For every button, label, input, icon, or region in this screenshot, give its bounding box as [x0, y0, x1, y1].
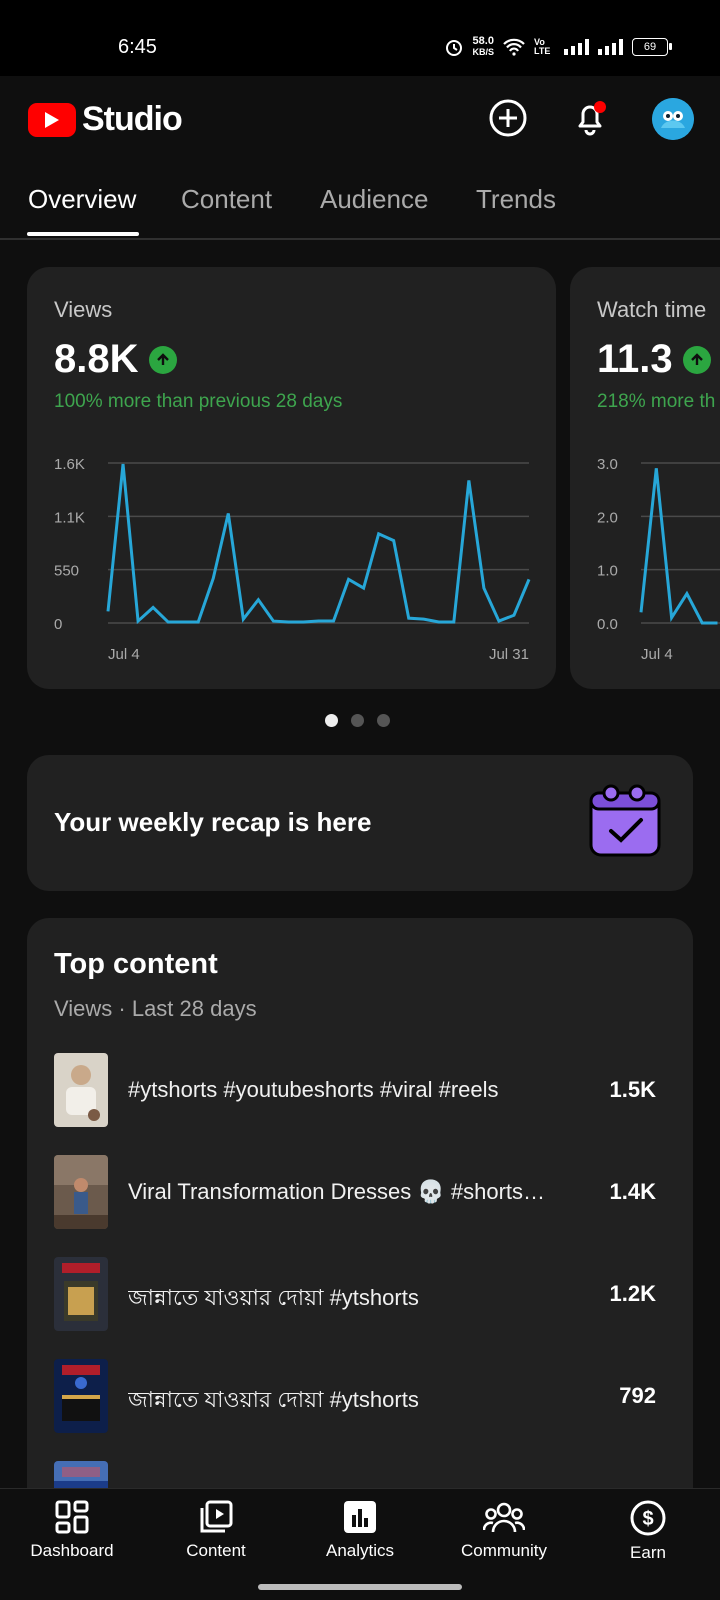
- top-content-subtitle: Views · Last 28 days: [54, 996, 257, 1021]
- video-thumbnail: [54, 1155, 108, 1229]
- series-line: [639, 468, 718, 625]
- video-views: 1.4K: [609, 1179, 656, 1204]
- community-icon: [483, 1502, 525, 1533]
- video-views: 1.2K: [609, 1281, 656, 1306]
- weekly-recap-card[interactable]: Your weekly recap is here: [27, 755, 693, 891]
- video-views: 1.5K: [609, 1077, 656, 1102]
- y-tick-label: 550: [54, 563, 79, 580]
- analytics-icon: [344, 1501, 376, 1533]
- notifications-button[interactable]: [566, 94, 614, 142]
- network-speed: 58.0 KB/S: [472, 35, 494, 58]
- nav-dashboard[interactable]: Dashboard: [0, 1499, 144, 1561]
- volte-label: Vo LTE: [534, 37, 551, 56]
- signal-icon-2: [598, 39, 623, 55]
- y-tick-label: 1.1K: [54, 509, 85, 526]
- video-title: #ytshorts #youtubeshorts #viral #reels: [128, 1077, 499, 1102]
- avatar[interactable]: [652, 98, 694, 140]
- series-line: [106, 463, 531, 625]
- carousel-dot[interactable]: [377, 714, 390, 727]
- watch-time-card[interactable]: Watch time 11.3 218% more th 3.0 2.0 1.0 0.…: [570, 267, 720, 689]
- carousel-indicator: [325, 714, 390, 727]
- video-title: Viral Transformation Dresses 💀 #shorts…: [128, 1179, 546, 1204]
- nav-label: Community: [461, 1541, 547, 1560]
- top-content-title: Top content: [54, 948, 218, 980]
- svg-text:$: $: [642, 1508, 653, 1530]
- home-indicator[interactable]: [258, 1584, 462, 1590]
- y-tick-label: 1.6K: [54, 456, 85, 473]
- content-icon: [200, 1500, 233, 1533]
- app-name: Studio: [82, 100, 183, 138]
- list-item[interactable]: জান্নাতে যাওয়ার দোয়া #ytshorts 792: [54, 1359, 656, 1435]
- alarm-icon: [446, 40, 463, 56]
- nav-analytics[interactable]: Analytics: [288, 1499, 432, 1561]
- y-tick-label: 0.0: [597, 616, 618, 633]
- list-item[interactable]: Viral Transformation Dresses 💀 #shorts… …: [54, 1155, 656, 1231]
- list-item[interactable]: #ytshorts #youtubeshorts #viral #reels 1…: [54, 1053, 656, 1129]
- dashboard-icon: [55, 1500, 89, 1534]
- active-tab-indicator: [27, 232, 139, 236]
- x-tick-label: Jul 4: [641, 646, 673, 663]
- youtube-studio-logo[interactable]: Studio: [28, 100, 183, 139]
- list-item[interactable]: জান্নাতে যাওয়ার দোয়া #ytshorts 1.2K: [54, 1257, 656, 1333]
- y-tick-label: 3.0: [597, 456, 618, 473]
- tab-overview[interactable]: Overview: [28, 184, 136, 215]
- nav-community[interactable]: Community: [432, 1499, 576, 1561]
- video-title: জান্নাতে যাওয়ার দোয়া #ytshorts: [128, 1285, 419, 1310]
- tab-audience[interactable]: Audience: [320, 184, 428, 215]
- app-bar: Studio: [0, 76, 720, 166]
- carousel-dot[interactable]: [351, 714, 364, 727]
- nav-earn[interactable]: $ Earn: [576, 1499, 720, 1563]
- bottom-navigation: Dashboard Content Analytics Community $ …: [0, 1488, 720, 1575]
- nav-label: Earn: [630, 1543, 666, 1562]
- tab-bar: Overview Content Audience Trends: [0, 166, 720, 240]
- watch-time-chart: 3.0 2.0 1.0 0.0 Jul 4: [597, 456, 720, 663]
- x-tick-label: Jul 31: [489, 646, 529, 663]
- wifi-icon: [503, 38, 525, 56]
- bell-icon: [578, 101, 606, 136]
- y-tick-label: 2.0: [597, 509, 618, 526]
- tab-trends[interactable]: Trends: [476, 184, 556, 215]
- video-thumbnail: [54, 1053, 108, 1127]
- calendar-check-icon: [589, 784, 661, 857]
- status-time: 6:45: [118, 36, 157, 58]
- nav-label: Content: [186, 1541, 246, 1560]
- video-views: 792: [619, 1383, 656, 1408]
- views-chart: 1.6K 1.1K 550 0 Jul 4 Jul 31: [54, 456, 531, 663]
- views-card[interactable]: Views 8.8K 100% more than previous 28 da…: [27, 267, 556, 689]
- video-title: জান্নাতে যাওয়ার দোয়া #ytshorts: [128, 1387, 419, 1412]
- nav-label: Analytics: [325, 1541, 395, 1560]
- weekly-recap-text: Your weekly recap is here: [54, 807, 372, 837]
- status-icons: 58.0 KB/S Vo LTE 69: [444, 35, 672, 58]
- earn-icon: $: [630, 1500, 666, 1536]
- x-tick-label: Jul 4: [108, 646, 140, 663]
- video-thumbnail: [54, 1359, 108, 1433]
- carousel-dot[interactable]: [325, 714, 338, 727]
- battery-icon: 69: [632, 38, 672, 56]
- nav-label: Dashboard: [30, 1541, 114, 1560]
- video-thumbnail: [54, 1257, 108, 1331]
- nav-content[interactable]: Content: [144, 1499, 288, 1561]
- signal-icon: [564, 39, 589, 55]
- add-circle-icon: [489, 99, 527, 137]
- top-content-card: Top content Views · Last 28 days #ytshor…: [27, 918, 693, 1535]
- tab-content[interactable]: Content: [181, 184, 272, 215]
- status-bar: 6:45 58.0 KB/S Vo LTE 69: [0, 0, 720, 76]
- create-button[interactable]: [484, 94, 532, 142]
- y-tick-label: 0: [54, 616, 62, 633]
- y-tick-label: 1.0: [597, 563, 618, 580]
- youtube-play-icon: [28, 102, 76, 137]
